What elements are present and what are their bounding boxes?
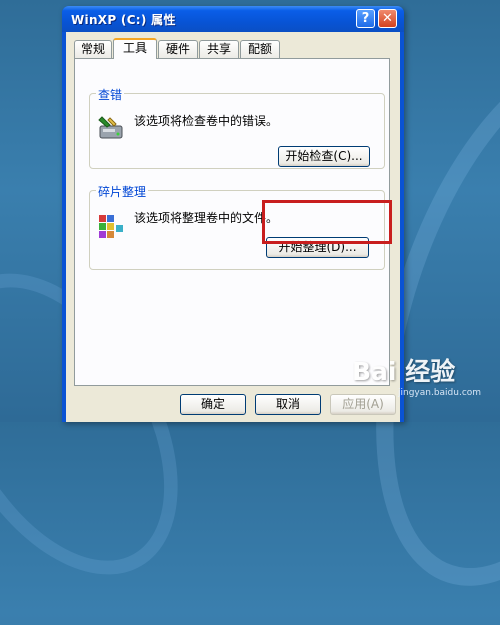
disk-check-icon [98, 116, 123, 139]
close-button[interactable]: ✕ [378, 9, 397, 28]
defrag-icon [99, 215, 123, 238]
tab-general[interactable]: 常规 [74, 40, 112, 58]
group-title: 查错 [96, 86, 125, 103]
defrag-description: 该选项将整理卷中的文件。 [134, 211, 279, 225]
help-button[interactable]: ? [356, 9, 375, 28]
error-check-group: 查错 该选项将检查卷中的错误。 开始检查(C)... [89, 86, 385, 169]
start-check-button[interactable]: 开始检查(C)... [278, 146, 370, 167]
tab-hardware[interactable]: 硬件 [158, 40, 198, 58]
group-title: 碎片整理 [96, 183, 149, 200]
cancel-button[interactable]: 取消 [255, 394, 321, 415]
highlight-box [262, 200, 392, 244]
ok-button[interactable]: 确定 [180, 394, 246, 415]
check-description: 该选项将检查卷中的错误。 [134, 114, 279, 128]
window-title: WinXP (C:) 属性 [71, 13, 176, 27]
watermark-url: jingyan.baidu.com [398, 388, 482, 398]
tab-sharing[interactable]: 共享 [199, 40, 239, 58]
title-bar[interactable]: WinXP (C:) 属性 ? ✕ [62, 6, 404, 32]
apply-button[interactable]: 应用(A) [330, 394, 396, 415]
tab-tools[interactable]: 工具 [113, 38, 157, 59]
tab-quota[interactable]: 配额 [240, 40, 280, 58]
baidu-watermark: Bai 经验 [352, 357, 456, 386]
